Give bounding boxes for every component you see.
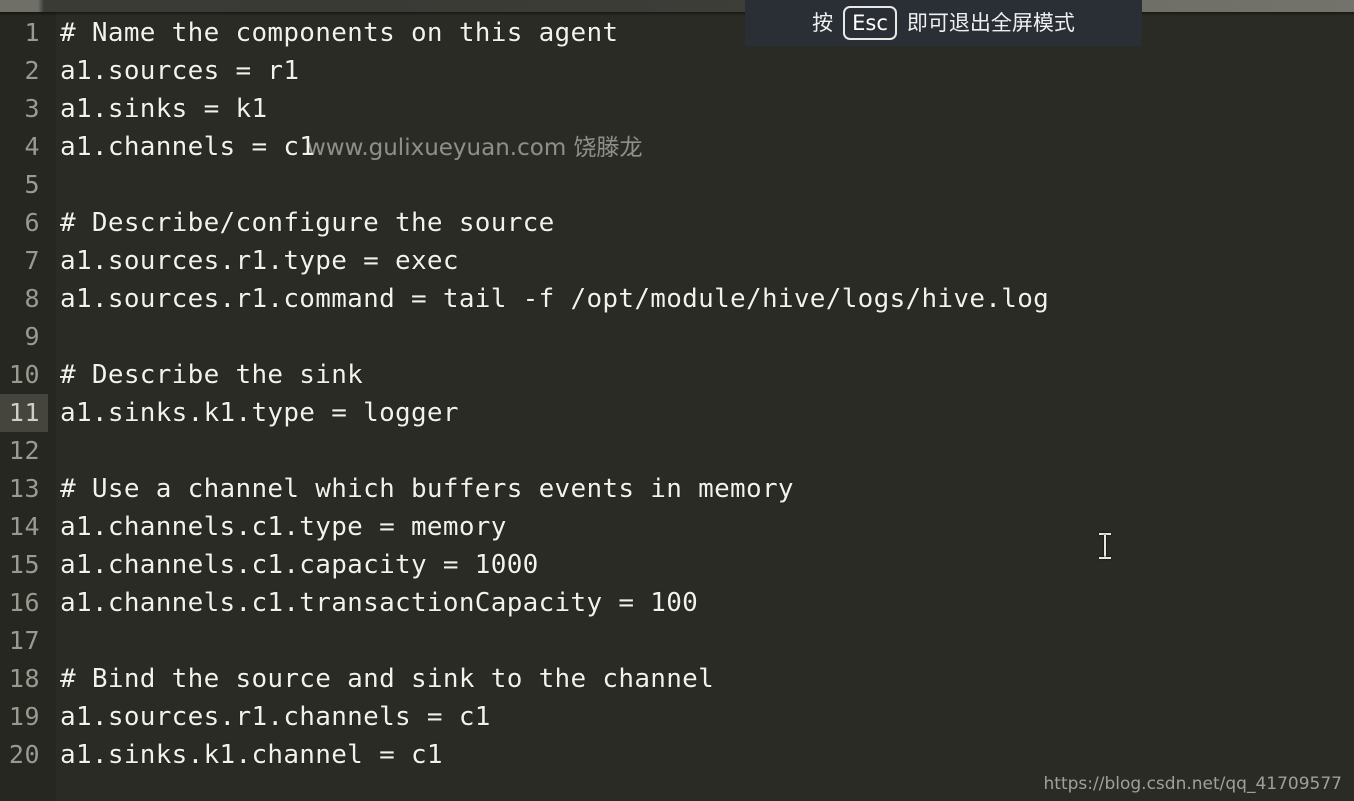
line-number: 15 [8, 550, 40, 579]
code-editor[interactable]: 1 # Name the components on this agent 2 a1.… [0, 0, 1354, 801]
code-line-text[interactable]: a1.sources.r1.type = exec [48, 242, 459, 280]
code-line-text[interactable]: a1.channels.c1.transactionCapacity = 100 [48, 584, 698, 622]
line-number: 4 [24, 132, 40, 161]
line-number: 14 [8, 512, 40, 541]
code-line[interactable]: 5 [0, 166, 1354, 204]
esc-key-badge: Esc [843, 6, 897, 40]
fullscreen-hint-suffix: 即可退出全屏模式 [906, 10, 1075, 35]
code-line[interactable]: 4 a1.channels = c1 [0, 128, 1354, 166]
line-number: 13 [8, 474, 40, 503]
line-number: 6 [24, 208, 40, 237]
code-line[interactable]: 14 a1.channels.c1.type = memory [0, 508, 1354, 546]
code-line[interactable]: 9 [0, 318, 1354, 356]
code-text-area[interactable]: 1 # Name the components on this agent 2 a1.… [0, 0, 1354, 801]
code-line-text[interactable]: a1.sinks.k1.channel = c1 [48, 736, 443, 774]
code-line[interactable]: 7 a1.sources.r1.type = exec [0, 242, 1354, 280]
code-line[interactable]: 19 a1.sources.r1.channels = c1 [0, 698, 1354, 736]
line-number: 9 [24, 322, 40, 351]
line-number: 18 [8, 664, 40, 693]
code-line-text[interactable]: a1.sources.r1.channels = c1 [48, 698, 491, 736]
line-number: 1 [24, 18, 40, 47]
line-number: 10 [8, 360, 40, 389]
code-line[interactable]: 13 # Use a channel which buffers events i… [0, 470, 1354, 508]
line-number: 17 [8, 626, 40, 655]
code-line-text[interactable]: a1.sinks.k1.type = logger [48, 394, 459, 432]
code-line[interactable]: 10 # Describe the sink [0, 356, 1354, 394]
code-line[interactable]: 2 a1.sources = r1 [0, 52, 1354, 90]
code-line[interactable]: 17 [0, 622, 1354, 660]
window-chrome-strip [0, 0, 1354, 12]
code-line[interactable]: 11 a1.sinks.k1.type = logger [0, 394, 1354, 432]
ibeam-stem [1104, 535, 1106, 557]
code-line-text[interactable]: # Describe/configure the source [48, 204, 555, 242]
text-ibeam-cursor-icon [1099, 533, 1111, 559]
code-line[interactable]: 1 # Name the components on this agent [0, 14, 1354, 52]
code-line[interactable]: 20 a1.sinks.k1.channel = c1 [0, 736, 1354, 774]
code-line-text[interactable]: a1.sources.r1.command = tail -f /opt/mod… [48, 280, 1049, 318]
line-number: 2 [24, 56, 40, 85]
line-number: 3 [24, 94, 40, 123]
window-chrome-shadow [0, 12, 1354, 16]
code-line-text[interactable]: # Name the components on this agent [48, 14, 618, 52]
code-line[interactable]: 12 [0, 432, 1354, 470]
code-line-text[interactable]: a1.channels.c1.capacity = 1000 [48, 546, 539, 584]
fullscreen-exit-hint: 按 Esc 即可退出全屏模式 [745, 0, 1142, 46]
code-line-text[interactable]: a1.sources = r1 [48, 52, 299, 90]
code-line-text[interactable]: a1.channels = c1 [48, 128, 315, 166]
line-number: 8 [24, 284, 40, 313]
code-line[interactable]: 6 # Describe/configure the source [0, 204, 1354, 242]
code-line-text[interactable]: # Use a channel which buffers events in … [48, 470, 794, 508]
ibeam-bottom-cap [1099, 557, 1111, 559]
code-line-text[interactable]: # Describe the sink [48, 356, 363, 394]
line-number: 19 [8, 702, 40, 731]
line-number: 5 [24, 170, 40, 199]
fullscreen-hint-prefix: 按 [812, 10, 834, 35]
code-line[interactable]: 15 a1.channels.c1.capacity = 1000 [0, 546, 1354, 584]
line-number: 16 [8, 588, 40, 617]
line-number: 20 [8, 740, 40, 769]
code-line-text[interactable]: a1.sinks = k1 [48, 90, 267, 128]
line-number: 12 [8, 436, 40, 465]
code-line[interactable]: 3 a1.sinks = k1 [0, 90, 1354, 128]
code-line[interactable]: 16 a1.channels.c1.transactionCapacity = 1… [0, 584, 1354, 622]
line-number: 11 [0, 394, 48, 432]
code-line[interactable]: 8 a1.sources.r1.command = tail -f /opt/mo… [0, 280, 1354, 318]
code-line-text[interactable]: # Bind the source and sink to the channe… [48, 660, 714, 698]
code-line-text[interactable]: a1.channels.c1.type = memory [48, 508, 507, 546]
code-line[interactable]: 18 # Bind the source and sink to the chan… [0, 660, 1354, 698]
line-number: 7 [24, 246, 40, 275]
